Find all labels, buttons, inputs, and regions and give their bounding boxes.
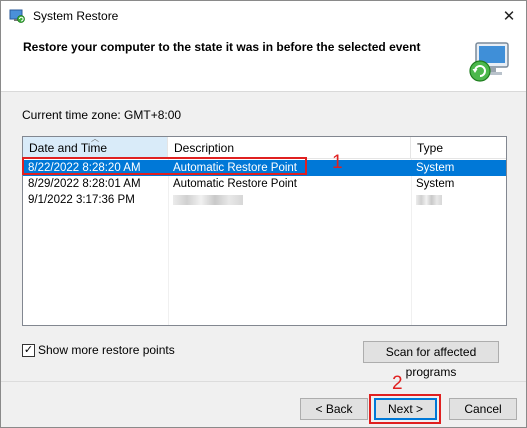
- next-button[interactable]: Next >: [374, 398, 437, 420]
- show-more-restore-points-checkbox[interactable]: ✓: [22, 343, 35, 357]
- system-restore-window: System Restore ✕ Restore your computer t…: [0, 0, 527, 428]
- sort-ascending-icon: ︿: [91, 134, 99, 143]
- footer-divider: [1, 381, 526, 382]
- table-body: 8/22/2022 8:28:20 AM Automatic Restore P…: [23, 159, 506, 325]
- scan-affected-programs-button[interactable]: Scan for affected programs: [363, 341, 499, 379]
- row-description: Automatic Restore Point: [173, 178, 298, 190]
- page-heading: Restore your computer to the state it wa…: [23, 40, 421, 54]
- header-divider: [1, 91, 526, 92]
- timezone-label: Current time zone: GMT+8:00: [22, 108, 182, 122]
- show-more-restore-points-option[interactable]: ✓ Show more restore points: [22, 343, 175, 357]
- system-restore-app-icon: [9, 9, 25, 23]
- row-type: System: [416, 162, 455, 174]
- window-title: System Restore: [33, 9, 119, 23]
- table-header: ︿ Date and Time Description Type: [23, 134, 506, 159]
- table-row[interactable]: 9/1/2022 3:17:36 PM: [23, 192, 506, 208]
- checkbox-label: Show more restore points: [38, 343, 175, 357]
- system-restore-icon: [469, 42, 509, 82]
- table-row[interactable]: 8/29/2022 8:28:01 AM Automatic Restore P…: [23, 176, 506, 192]
- redacted-description: [173, 195, 243, 205]
- column-header-description[interactable]: Description: [168, 137, 411, 159]
- close-icon: ✕: [502, 8, 516, 25]
- close-button[interactable]: ✕: [498, 5, 520, 27]
- back-button[interactable]: < Back: [300, 398, 368, 420]
- row-type: System: [416, 178, 455, 190]
- annotation-callout-2: 2: [392, 373, 403, 394]
- row-date: 8/29/2022 8:28:01 AM: [28, 178, 141, 190]
- column-header-type[interactable]: Type: [411, 137, 506, 159]
- redacted-type: [416, 195, 442, 205]
- wizard-header: Restore your computer to the state it wa…: [1, 31, 526, 91]
- column-header-date-and-time[interactable]: ︿ Date and Time: [23, 134, 168, 159]
- annotation-highlight-selected-row: [22, 157, 307, 175]
- checkmark-icon: ✓: [23, 343, 34, 356]
- row-date: 9/1/2022 3:17:36 PM: [28, 194, 135, 206]
- cancel-button[interactable]: Cancel: [449, 398, 517, 420]
- title-bar: System Restore ✕: [1, 1, 526, 31]
- annotation-callout-1: 1: [332, 152, 343, 173]
